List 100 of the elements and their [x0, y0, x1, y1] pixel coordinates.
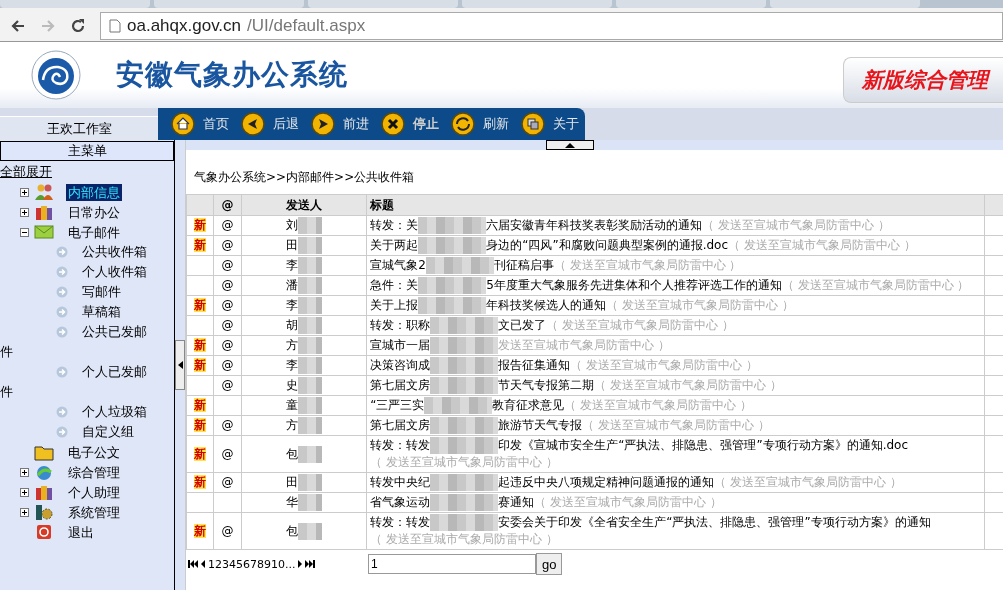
nav-button[interactable]: 前进: [311, 112, 369, 136]
mail-title[interactable]: 急件：关: [370, 278, 419, 292]
mail-title[interactable]: 身边的“四风”和腐败问题典型案例的通报.doc: [486, 238, 728, 252]
recipient-note: （ 发送至宣城市气象局防雷中心 ）: [534, 495, 722, 509]
new-tag: 新: [194, 398, 206, 412]
mail-title[interactable]: 宣城气象2: [370, 258, 426, 272]
next-page-icon[interactable]: [298, 560, 303, 568]
sender-name: 童: [286, 398, 299, 412]
mail-title[interactable]: 六届安徽青年科技奖表彰奖励活动的通知: [486, 218, 703, 232]
menu-item[interactable]: 个人垃圾箱: [0, 402, 150, 422]
mail-title[interactable]: 转发：转发: [370, 438, 431, 452]
pixelated-blur: [298, 377, 323, 394]
previous-page-icon[interactable]: [201, 560, 205, 568]
recipient-note: （ 发送至宣城市气象局防雷中心 ）: [781, 278, 970, 292]
mail-title[interactable]: 报告征集通知: [498, 358, 571, 372]
mail-title[interactable]: 关于两起: [370, 238, 419, 252]
pixelated-blur: [298, 217, 323, 234]
menu-item[interactable]: 系统管理: [66, 503, 122, 521]
menu-item[interactable]: 电子邮件: [66, 223, 122, 241]
menu-item[interactable]: 写邮件: [0, 282, 150, 302]
back-icon: [241, 112, 265, 136]
recipient-note: （ 发送至宣城市气象局防雷中心 ）: [582, 418, 770, 432]
menu-item[interactable]: 个人收件箱: [0, 262, 150, 282]
collapse-icon[interactable]: [20, 227, 29, 237]
menu-item[interactable]: 退出: [66, 523, 96, 541]
nav-button[interactable]: 首页: [171, 112, 229, 136]
sender-name: 田: [286, 475, 299, 489]
page-numbers[interactable]: 12345678910...: [208, 557, 296, 571]
address-bar[interactable]: oa.ahqx.gov.cn /UI/default.aspx: [100, 12, 1003, 40]
sender-name: 方: [286, 418, 299, 432]
mail-title[interactable]: 赛通知: [498, 495, 535, 509]
promo-banner[interactable]: 新版综合管理: [843, 57, 1003, 103]
mail-title[interactable]: “三严三实: [370, 398, 425, 412]
expand-icon[interactable]: [20, 467, 29, 477]
mail-title[interactable]: 刊征稿启事: [493, 258, 554, 272]
expand-icon[interactable]: [20, 487, 29, 497]
mail-title[interactable]: 起违反中央八项规定精神问题通报的通知: [498, 475, 715, 489]
mail-title[interactable]: 宣城市一届: [370, 338, 431, 352]
reload-icon[interactable]: [70, 18, 86, 34]
pixelated-blur: [430, 377, 499, 394]
back-arrow-icon[interactable]: [10, 18, 26, 34]
expand-all-link[interactable]: 全部展开: [0, 164, 174, 180]
pixelated-blur: [425, 257, 494, 274]
mail-title[interactable]: 5年度重大气象服务先进集体和个人推荐评选工作的通知: [486, 278, 782, 292]
page-input[interactable]: 1: [368, 554, 536, 574]
menu-item[interactable]: 草稿箱: [0, 302, 150, 322]
mail-title[interactable]: 转发：职称: [370, 318, 431, 332]
arrow-icon: [56, 306, 68, 318]
collapse-button[interactable]: [175, 340, 185, 390]
mail-title[interactable]: 省气象运动: [370, 495, 431, 509]
mail-title[interactable]: 教育征求意见: [492, 398, 565, 412]
menu-item[interactable]: 公共收件箱: [0, 242, 150, 262]
menu-item[interactable]: 综合管理: [66, 463, 122, 481]
menu-item[interactable]: 日常办公: [66, 203, 122, 221]
menu-item[interactable]: 电子公文: [66, 443, 122, 461]
system-title: 安徽气象办公系统: [116, 57, 348, 93]
pixelated-blur: [298, 445, 323, 463]
nav-button[interactable]: 后退: [241, 112, 299, 136]
mail-title[interactable]: 决策咨询成: [370, 358, 431, 372]
mail-title[interactable]: 文已发了: [498, 318, 547, 332]
menu-item[interactable]: 个人已发邮件: [0, 362, 150, 402]
nav-button[interactable]: 关于: [521, 112, 579, 136]
last-page-icon[interactable]: [305, 560, 316, 568]
mail-title[interactable]: 转发中央纪: [370, 475, 431, 489]
people-icon: [34, 183, 54, 201]
attachment-mark: @: [221, 446, 234, 461]
mail-title[interactable]: 印发《宣城市安全生产“严执法、排隐患、强管理”专项行动方案》的通知.doc: [498, 438, 908, 452]
expand-icon[interactable]: [20, 187, 29, 197]
pixelated-blur: [418, 277, 487, 294]
mail-title[interactable]: 第七届文房: [370, 418, 431, 432]
expand-icon[interactable]: [20, 207, 29, 217]
menu-item[interactable]: 内部信息: [66, 183, 122, 201]
go-button[interactable]: go: [536, 553, 563, 575]
arrow-icon: [56, 326, 68, 338]
mail-title[interactable]: 转发：转发: [370, 515, 431, 529]
sender-name: 华: [286, 495, 299, 509]
forward-icon: [311, 112, 335, 136]
recipient-note: （ 发送至宣城市气象局防雷中心 ）: [564, 398, 753, 412]
mail-title[interactable]: 转发：关: [370, 218, 419, 232]
nav-button[interactable]: 停止: [381, 112, 439, 136]
workspace-tab[interactable]: 王欢工作室: [0, 116, 158, 140]
recipient-note: （ 发送至宣城市气象局防雷中心 ）: [606, 298, 794, 312]
collapse-header-button[interactable]: [545, 140, 594, 150]
sender-name: 潘: [286, 278, 299, 292]
mail-title[interactable]: 安委会关于印发《全省安全生产“严执法、排隐患、强管理”专项行动方案》的通知: [498, 515, 931, 529]
globe-icon: [34, 463, 54, 481]
mail-title[interactable]: 年科技奖候选人的通知: [486, 298, 607, 312]
new-tag: 新: [194, 446, 206, 461]
mail-title[interactable]: 关于上报: [370, 298, 419, 312]
mail-title[interactable]: 节天气专报第二期: [498, 378, 595, 392]
recipient-note: （ 发送至宣城市气象局防雷中心 ）: [370, 532, 558, 546]
expand-icon[interactable]: [20, 507, 29, 517]
new-tag: 新: [194, 338, 206, 352]
mail-title[interactable]: 旅游节天气专报: [498, 418, 583, 432]
nav-button[interactable]: 刷新: [451, 112, 509, 136]
mail-title[interactable]: 第七届文房: [370, 378, 431, 392]
menu-item[interactable]: 个人助理: [66, 483, 122, 501]
menu-item[interactable]: 自定义组: [0, 422, 150, 442]
first-page-icon[interactable]: [188, 560, 198, 568]
menu-item[interactable]: 公共已发邮件: [0, 322, 150, 362]
